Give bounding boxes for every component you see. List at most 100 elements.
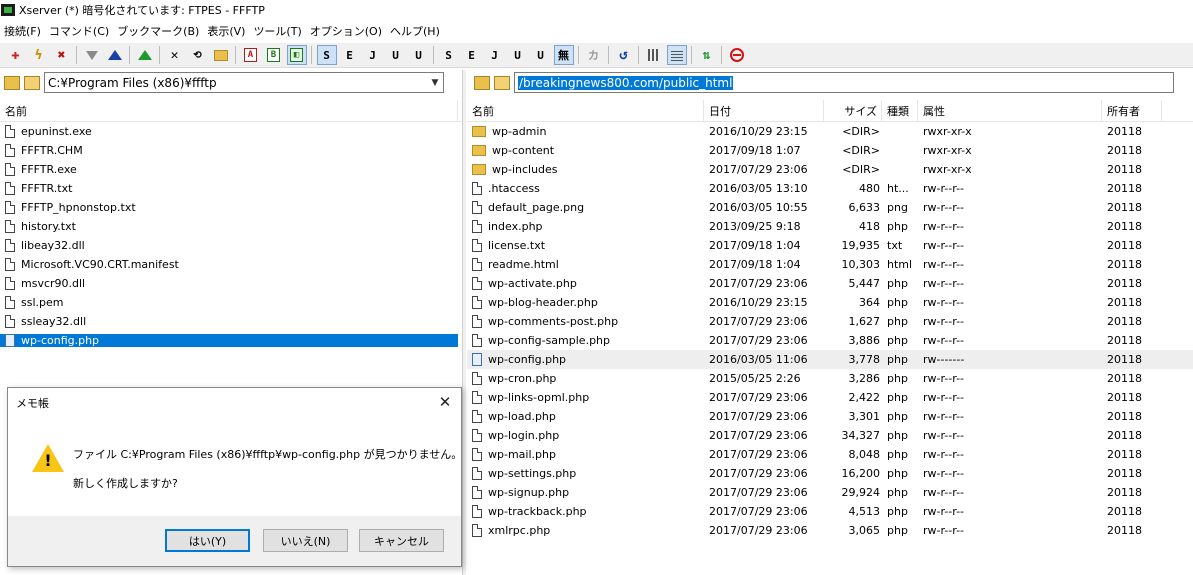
remote-file-row[interactable]: wp-trackback.php 2017/07/29 23:06 4,513 php…	[467, 502, 1193, 521]
remote-file-date: 2016/10/29 23:15	[709, 296, 808, 309]
no-button[interactable]: いいえ(N)	[263, 529, 348, 552]
remote-file-name-cell: wp-content	[467, 144, 704, 157]
kanji-euc-button[interactable]: E	[340, 45, 360, 65]
remote-file-name: wp-links-opml.php	[488, 391, 590, 404]
local-file-row[interactable]: ssl.pem	[0, 293, 462, 312]
remote-col-attr[interactable]: 属性	[918, 100, 1102, 122]
local-sjis-button[interactable]: S	[439, 45, 459, 65]
local-file-row[interactable]: msvcr90.dll	[0, 274, 462, 293]
connect-button[interactable]: ✚	[6, 45, 26, 65]
local-file-row[interactable]: libeay32.dll	[0, 236, 462, 255]
remote-file-row[interactable]: .htaccess 2016/03/05 13:10 480 ht... rw-r--r…	[467, 179, 1193, 198]
cancel-button[interactable]: キャンセル	[359, 529, 444, 552]
quick-connect-button[interactable]: ϟ	[29, 45, 49, 65]
mirror-upload-button[interactable]	[135, 45, 155, 65]
remote-col-owner[interactable]: 所有者	[1102, 100, 1162, 122]
remote-file-row[interactable]: wp-activate.php 2017/07/29 23:06 5,447 php r…	[467, 274, 1193, 293]
remote-file-type: php	[887, 410, 908, 423]
detail-view-button[interactable]	[666, 45, 687, 65]
local-file-row[interactable]: FFFTR.CHM	[0, 141, 462, 160]
remote-path-field[interactable]: /breakingnews800.com/public_html	[514, 72, 1174, 93]
menu-connect[interactable]: 接続(F)	[0, 23, 45, 39]
remote-file-row[interactable]: wp-login.php 2017/07/29 23:06 34,327 php rw-…	[467, 426, 1193, 445]
binary-mode-button[interactable]: B	[264, 45, 284, 65]
local-file-row[interactable]: Microsoft.VC90.CRT.manifest	[0, 255, 462, 274]
kanji-utf8n-button[interactable]: U	[386, 45, 406, 65]
local-file-row[interactable]: FFFTR.txt	[0, 179, 462, 198]
local-file-row[interactable]: FFFTP_hpnonstop.txt	[0, 198, 462, 217]
pane-splitter[interactable]	[462, 70, 466, 575]
file-icon	[472, 201, 482, 214]
remote-file-row[interactable]: readme.html 2017/09/18 1:04 10,303 html rw-r…	[467, 255, 1193, 274]
local-col-name[interactable]: 名前	[0, 100, 458, 122]
remote-file-row[interactable]: wp-blog-header.php 2016/10/29 23:15 364 php…	[467, 293, 1193, 312]
remote-file-row[interactable]: wp-cron.php 2015/05/25 2:26 3,286 php rw-r--…	[467, 369, 1193, 388]
remote-file-row[interactable]: index.php 2013/09/25 9:18 418 php rw-r--r-- 2…	[467, 217, 1193, 236]
local-file-row[interactable]: epuninst.exe	[0, 122, 462, 141]
toolbar-separator	[76, 46, 77, 64]
remote-file-row[interactable]: wp-signup.php 2017/07/29 23:06 29,924 php rw…	[467, 483, 1193, 502]
new-folder-button[interactable]	[211, 45, 231, 65]
ascii-mode-button[interactable]: A	[241, 45, 261, 65]
remote-file-row[interactable]: wp-includes 2017/07/29 23:06 <DIR> rwxr-xr-…	[467, 160, 1193, 179]
remote-file-row[interactable]: default_page.png 2016/03/05 10:55 6,633 png…	[467, 198, 1193, 217]
local-utf8bom-button[interactable]: U	[531, 45, 551, 65]
yes-button[interactable]: はい(Y)	[165, 529, 250, 552]
upload-button[interactable]	[105, 45, 125, 65]
remote-file-row[interactable]: wp-settings.php 2017/07/29 23:06 16,200 php…	[467, 464, 1193, 483]
local-euc-button[interactable]: E	[462, 45, 482, 65]
local-file-row[interactable]: history.txt	[0, 217, 462, 236]
remote-file-row[interactable]: wp-admin 2016/10/29 23:15 <DIR> rwxr-xr-x 20…	[467, 122, 1193, 141]
abort-button[interactable]	[727, 45, 747, 65]
auto-mode-button[interactable]: ◧	[286, 45, 307, 65]
remote-file-row[interactable]: wp-mail.php 2017/07/29 23:06 8,048 php rw-r-…	[467, 445, 1193, 464]
remote-col-name[interactable]: 名前	[467, 100, 704, 122]
remote-file-name: default_page.png	[488, 201, 585, 214]
menu-view[interactable]: 表示(V)	[203, 23, 249, 39]
local-file-row[interactable]: ssleay32.dll	[0, 312, 462, 331]
download-button[interactable]	[82, 45, 102, 65]
disconnect-button[interactable]: ✖	[52, 45, 72, 65]
remote-file-owner: 20118	[1107, 258, 1142, 271]
remote-file-row[interactable]: xmlrpc.php 2017/07/29 23:06 3,065 php rw-r--…	[467, 521, 1193, 540]
remote-file-list[interactable]: 名前 日付 サイズ 種類 属性 所有者 wp-admin 2016/10/29 2…	[467, 100, 1193, 575]
open-folder-icon[interactable]	[494, 75, 510, 90]
local-file-row[interactable]: wp-config.php	[0, 331, 462, 350]
remote-file-row[interactable]: wp-content 2017/09/18 1:07 <DIR> rwxr-xr-x 2…	[467, 141, 1193, 160]
menu-tools[interactable]: ツール(T)	[249, 23, 305, 39]
menu-options[interactable]: オプション(O)	[306, 23, 386, 39]
local-path-combobox[interactable]: C:¥Program Files (x86)¥ffftp ▼	[44, 72, 444, 93]
local-utf8n-button[interactable]: U	[508, 45, 528, 65]
refresh-button[interactable]: ↺	[614, 45, 634, 65]
remote-file-row[interactable]: wp-links-opml.php 2017/07/29 23:06 2,422 ph…	[467, 388, 1193, 407]
kanji-utf8bom-button[interactable]: U	[409, 45, 429, 65]
kanji-sjis-button[interactable]: S	[316, 45, 337, 65]
kana-convert-button[interactable]: カ	[584, 45, 604, 65]
toolbar-separator	[159, 46, 160, 64]
parent-folder-icon[interactable]	[474, 75, 490, 90]
menu-command[interactable]: コマンド(C)	[45, 23, 113, 39]
parent-folder-icon[interactable]	[4, 75, 20, 90]
menu-help[interactable]: ヘルプ(H)	[386, 23, 444, 39]
local-file-row[interactable]: FFFTR.exe	[0, 160, 462, 179]
open-folder-icon[interactable]	[24, 75, 40, 90]
remote-file-row[interactable]: wp-comments-post.php 2017/07/29 23:06 1,62…	[467, 312, 1193, 331]
window-title: Xserver (*) 暗号化されています: FTPES - FFFTP	[19, 4, 265, 17]
remote-file-row[interactable]: wp-config.php 2016/03/05 11:06 3,778 php rw-…	[467, 350, 1193, 369]
remote-col-date[interactable]: 日付	[704, 100, 824, 122]
remote-file-row[interactable]: wp-load.php 2017/07/29 23:06 3,301 php rw-r-…	[467, 407, 1193, 426]
chevron-down-icon[interactable]: ▼	[427, 78, 443, 88]
remote-col-size[interactable]: サイズ	[824, 100, 882, 122]
remote-file-row[interactable]: license.txt 2017/09/18 1:04 19,935 txt rw-r-…	[467, 236, 1193, 255]
remote-file-row[interactable]: wp-config-sample.php 2017/07/29 23:06 3,88…	[467, 331, 1193, 350]
no-conversion-button[interactable]: 無	[553, 45, 574, 65]
close-icon[interactable]: ✕	[435, 392, 455, 412]
rename-button[interactable]: ⟲	[188, 45, 208, 65]
local-jis-button[interactable]: J	[485, 45, 505, 65]
list-view-button[interactable]	[644, 45, 664, 65]
menu-bookmark[interactable]: ブックマーク(B)	[113, 23, 203, 39]
sync-browse-button[interactable]: ⇅	[697, 45, 717, 65]
remote-col-type[interactable]: 種類	[882, 100, 918, 122]
kanji-jis-button[interactable]: J	[363, 45, 383, 65]
delete-button[interactable]: ✕	[165, 45, 185, 65]
